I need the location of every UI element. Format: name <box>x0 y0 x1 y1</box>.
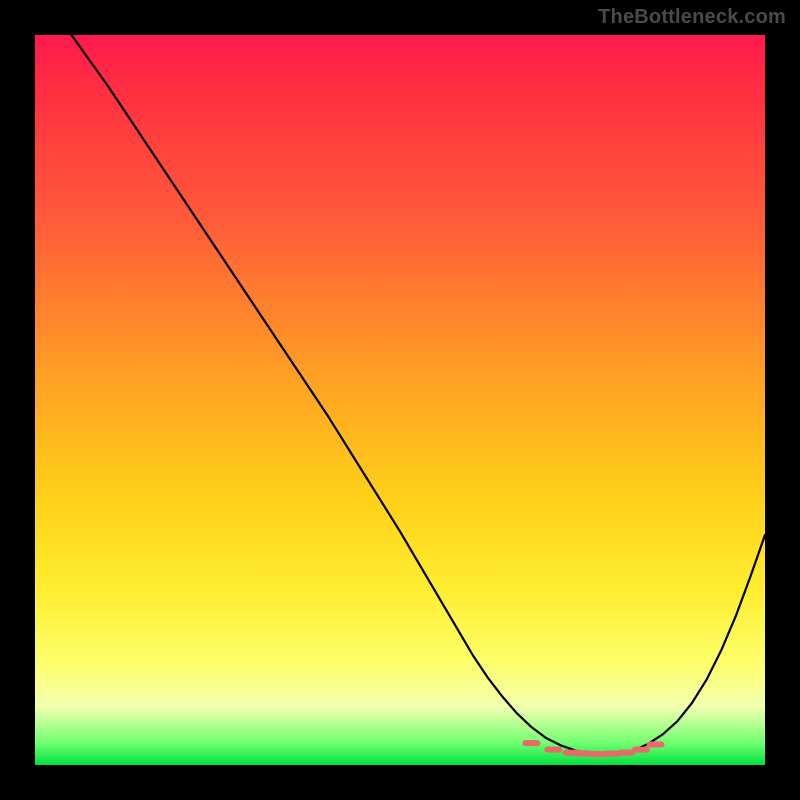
minimum-band-markers <box>525 743 661 754</box>
chart-svg <box>35 35 765 765</box>
watermark-text: TheBottleneck.com <box>598 6 786 29</box>
chart-frame: TheBottleneck.com <box>0 0 800 800</box>
plot-area <box>35 35 765 765</box>
bottleneck-curve <box>72 35 766 754</box>
